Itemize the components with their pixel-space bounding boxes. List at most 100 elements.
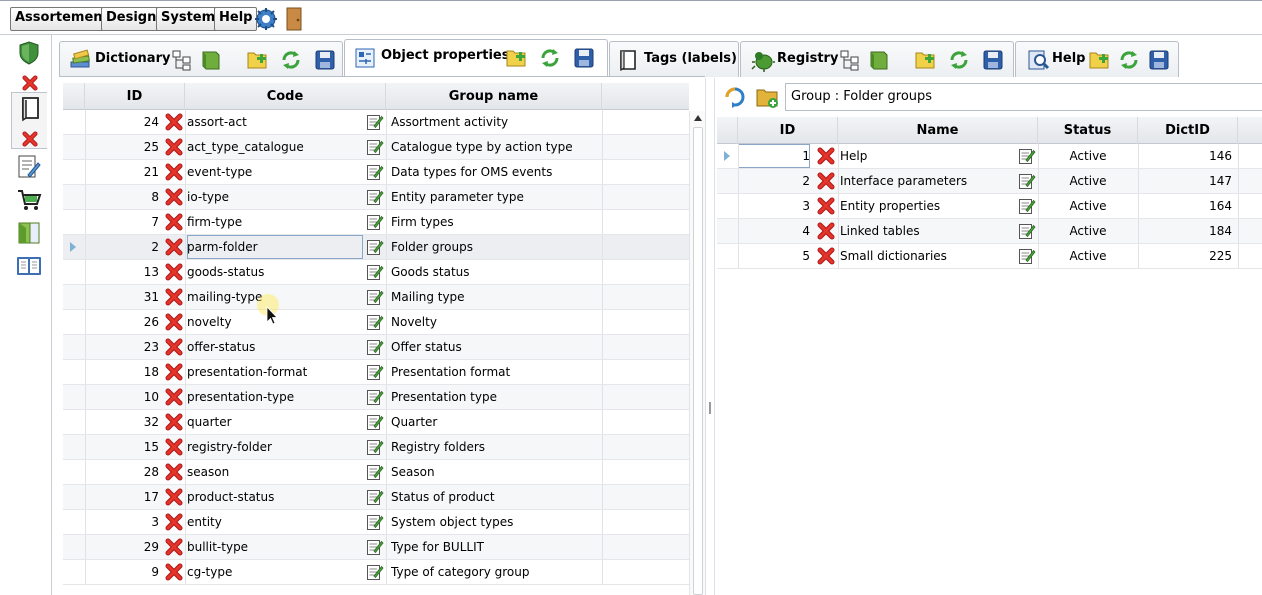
delete-icon[interactable] [165, 388, 183, 406]
cart-nav[interactable] [11, 185, 47, 215]
tab-dictionary[interactable]: Dictionary [59, 41, 343, 77]
cell-code[interactable]: parm-folder [187, 235, 363, 259]
cell-name[interactable]: Help [840, 144, 1015, 168]
delete-icon[interactable] [165, 238, 183, 256]
table-row[interactable]: 17 product-status Status of product [63, 485, 689, 510]
edit-icon[interactable] [366, 113, 384, 131]
cell-code[interactable]: event-type [187, 160, 363, 184]
group-selector[interactable]: Group : Folder groups [785, 83, 1262, 111]
column-header-status[interactable]: Status [1038, 117, 1138, 144]
tab-object-properties[interactable]: Object properties [344, 39, 608, 76]
table-row[interactable]: 25 act_type_catalogue Catalogue type by ac… [63, 135, 689, 160]
cell-group-name[interactable]: Goods status [391, 260, 599, 284]
tab-tags[interactable]: Tags (labels) [609, 41, 739, 77]
save-icon[interactable] [572, 46, 596, 70]
table-row[interactable]: 2 parm-folder Folder groups [63, 235, 689, 260]
column-header-code[interactable]: Code [185, 83, 386, 110]
edit-icon[interactable] [1018, 247, 1036, 265]
refresh-icon[interactable] [947, 48, 971, 72]
book-icon[interactable] [199, 48, 223, 72]
table-row[interactable]: 23 offer-status Offer status [63, 335, 689, 360]
table-row[interactable]: 31 mailing-type Mailing type [63, 285, 689, 310]
add-folder-icon[interactable] [1087, 48, 1111, 72]
settings-gear-icon[interactable] [254, 7, 278, 31]
edit-icon[interactable] [366, 438, 384, 456]
delete-icon[interactable] [165, 188, 183, 206]
scroll-up-arrow-icon[interactable] [694, 115, 702, 121]
edit-icon[interactable] [366, 563, 384, 581]
edit-icon[interactable] [366, 263, 384, 281]
delete-icon[interactable] [165, 113, 183, 131]
delete-icon[interactable] [165, 463, 183, 481]
cell-group-name[interactable]: Presentation type [391, 385, 599, 409]
edit-icon[interactable] [366, 488, 384, 506]
delete-icon[interactable] [817, 172, 835, 190]
delete-icon[interactable] [817, 222, 835, 240]
cell-code[interactable]: entity [187, 510, 363, 534]
cell-group-name[interactable]: Mailing type [391, 285, 599, 309]
cell-name[interactable]: Small dictionaries [840, 244, 1015, 268]
refresh-icon[interactable] [1117, 48, 1141, 72]
edit-icon[interactable] [366, 363, 384, 381]
scroll-thumb[interactable] [693, 127, 703, 595]
add-folder-icon[interactable] [504, 46, 528, 70]
cell-code[interactable]: offer-status [187, 335, 363, 359]
table-row[interactable]: 32 quarter Quarter [63, 410, 689, 435]
delete-icon[interactable] [165, 138, 183, 156]
edit-icon[interactable] [366, 513, 384, 531]
cell-group-name[interactable]: Offer status [391, 335, 599, 359]
tab-registry[interactable]: Registry [740, 41, 1014, 77]
column-header-name[interactable]: Name [838, 117, 1038, 144]
save-icon[interactable] [1147, 48, 1171, 72]
book-icon[interactable] [867, 48, 891, 72]
table-row[interactable]: 13 goods-status Goods status [63, 260, 689, 285]
delete-icon[interactable] [165, 288, 183, 306]
cell-code[interactable]: firm-type [187, 210, 363, 234]
menu-help[interactable]: Help [214, 7, 258, 31]
reader-nav[interactable] [11, 251, 47, 281]
cell-code[interactable]: quarter [187, 410, 363, 434]
delete-icon[interactable] [165, 338, 183, 356]
table-row[interactable]: 7 firm-type Firm types [63, 210, 689, 235]
cell-group-name[interactable]: Novelty [391, 310, 599, 334]
table-row[interactable]: 8 io-type Entity parameter type [63, 185, 689, 210]
delete-icon[interactable] [165, 488, 183, 506]
cell-code[interactable]: goods-status [187, 260, 363, 284]
report-nav[interactable] [11, 152, 47, 182]
table-row[interactable]: 1 Help Active 146 [717, 144, 1262, 169]
close-icon[interactable] [22, 131, 38, 147]
cell-name[interactable]: Entity properties [840, 194, 1015, 218]
edit-icon[interactable] [366, 338, 384, 356]
cell-code[interactable]: presentation-format [187, 360, 363, 384]
table-row[interactable]: 3 entity System object types [63, 510, 689, 535]
save-icon[interactable] [313, 48, 337, 72]
cell-code[interactable]: act_type_catalogue [187, 135, 363, 159]
edit-icon[interactable] [366, 188, 384, 206]
table-row[interactable]: 2 Interface parameters Active 147 [717, 169, 1262, 194]
edit-icon[interactable] [1018, 172, 1036, 190]
column-header-dictid[interactable]: DictID [1138, 117, 1238, 144]
tree-structure-icon[interactable] [838, 48, 862, 72]
reload-icon[interactable] [722, 84, 748, 110]
delete-icon[interactable] [165, 563, 183, 581]
edit-icon[interactable] [366, 313, 384, 331]
delete-icon[interactable] [165, 263, 183, 281]
edit-icon[interactable] [366, 288, 384, 306]
table-row[interactable]: 18 presentation-format Presentation format [63, 360, 689, 385]
cell-group-name[interactable]: Assortment activity [391, 110, 599, 134]
delete-icon[interactable] [817, 197, 835, 215]
object-properties-nav[interactable] [11, 92, 47, 149]
edit-icon[interactable] [366, 138, 384, 156]
table-row[interactable]: 5 Small dictionaries Active 225 [717, 244, 1262, 269]
cell-group-name[interactable]: Season [391, 460, 599, 484]
exit-door-icon[interactable] [284, 7, 304, 31]
cell-name[interactable]: Interface parameters [840, 169, 1015, 193]
delete-icon[interactable] [817, 247, 835, 265]
cell-group-name[interactable]: Data types for OMS events [391, 160, 599, 184]
cell-code[interactable]: cg-type [187, 560, 363, 584]
table-row[interactable]: 10 presentation-type Presentation type [63, 385, 689, 410]
menu-system[interactable]: System [156, 7, 221, 31]
edit-icon[interactable] [366, 238, 384, 256]
cell-group-name[interactable]: Type of category group [391, 560, 599, 584]
edit-icon[interactable] [366, 463, 384, 481]
